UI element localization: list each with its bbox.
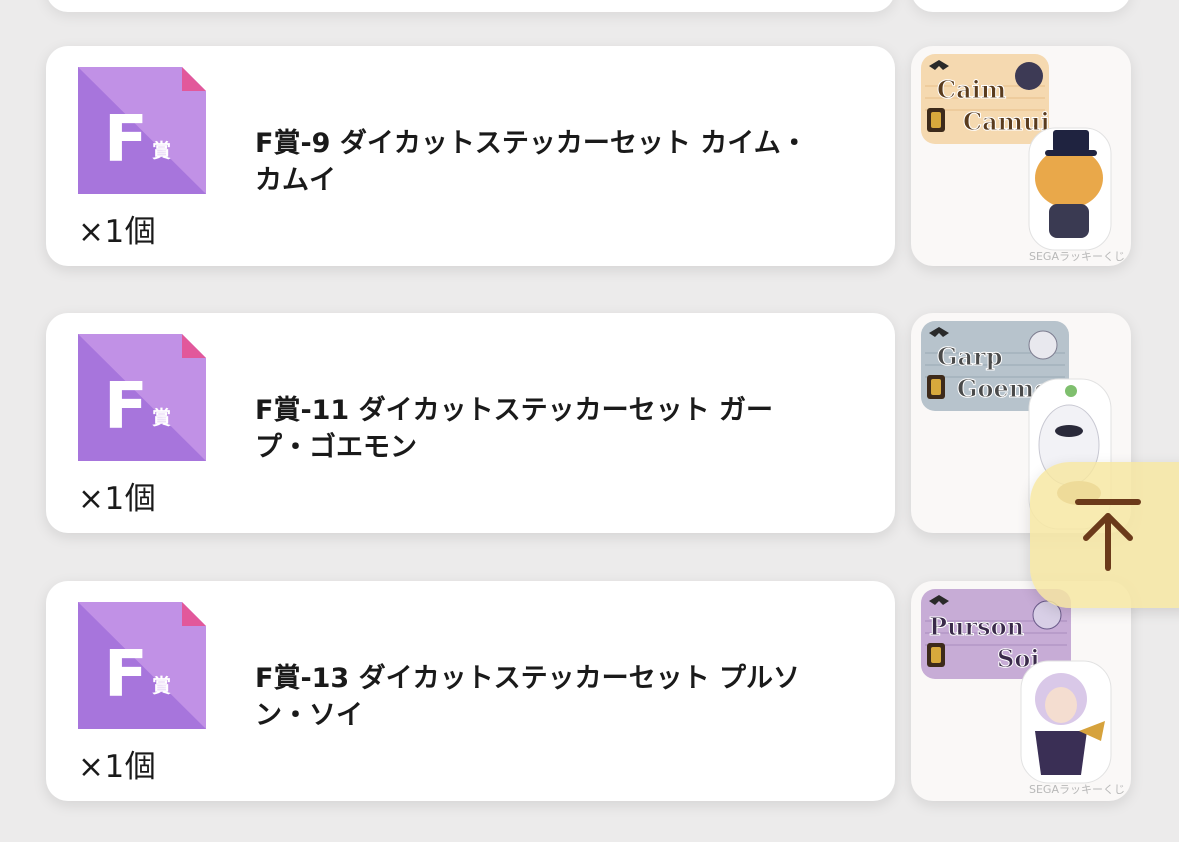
prize-info-card[interactable]: F 賞 ×1個 F賞-11 ダイカットステッカーセット ガープ・ゴエモン: [46, 313, 895, 533]
badge-letter: F: [104, 638, 148, 712]
prize-title: F賞-13 ダイカットステッカーセット プルソン・ソイ: [255, 663, 801, 731]
sticker-name-1: Garp: [937, 342, 1002, 371]
brand-watermark: SEGAラッキーくじ: [1029, 250, 1125, 263]
prize-title: F賞-11 ダイカットステッカーセット ガープ・ゴエモン: [255, 395, 774, 463]
badge-suffix: 賞: [152, 674, 171, 697]
previous-prize-card-edge: [46, 0, 895, 12]
prize-row[interactable]: F 賞 ×1個 F賞-11 ダイカットステッカーセット ガープ・ゴエモン Gar…: [46, 313, 1131, 533]
badge-suffix: 賞: [152, 139, 171, 162]
prize-row[interactable]: F 賞 ×1個 F賞-9 ダイカットステッカーセット カイム・カムイ Caim …: [46, 46, 1131, 266]
character-figure-icon: [1035, 148, 1103, 208]
prize-info-card[interactable]: F 賞 ×1個 F賞-9 ダイカットステッカーセット カイム・カムイ: [46, 46, 895, 266]
sticker-set-image: Purson Soi SEGAラッキーくじ: [921, 589, 1125, 796]
prize-rank-badge: F 賞: [78, 67, 206, 194]
prize-row[interactable]: F 賞 ×1個 F賞-13 ダイカットステッカーセット プルソン・ソイ Purs…: [46, 581, 1131, 801]
previous-prize-image-edge: [911, 0, 1131, 12]
prize-title: F賞-9 ダイカットステッカーセット カイム・カムイ: [255, 128, 808, 196]
character-chibi-icon: [1028, 330, 1058, 360]
character-chibi-icon: [1015, 62, 1043, 90]
badge-suffix: 賞: [152, 406, 171, 429]
prize-quantity: ×1個: [78, 749, 157, 785]
prize-rank-badge: F 賞: [78, 602, 206, 729]
sticker-name-2: Camui: [963, 107, 1050, 136]
prize-image[interactable]: Caim Camui SEGAラッキーくじ: [911, 46, 1131, 266]
prize-info-card[interactable]: F 賞 ×1個 F賞-13 ダイカットステッカーセット プルソン・ソイ: [46, 581, 895, 801]
prize-quantity: ×1個: [78, 481, 157, 517]
arrow-up-to-line-icon: [1075, 499, 1141, 571]
badge-letter: F: [104, 370, 148, 444]
prize-image[interactable]: Purson Soi SEGAラッキーくじ: [911, 581, 1131, 801]
prize-rank-badge-graphic: F 賞: [78, 67, 206, 194]
badge-letter: F: [104, 103, 148, 177]
sticker-name-1: Purson: [929, 612, 1024, 641]
brand-watermark: SEGAラッキーくじ: [1029, 783, 1125, 796]
sticker-set-image: Caim Camui SEGAラッキーくじ: [921, 54, 1125, 263]
prize-rank-badge-graphic: F 賞: [78, 334, 206, 461]
scroll-to-top-button[interactable]: [1030, 462, 1179, 608]
prize-quantity: ×1個: [78, 214, 157, 250]
prize-rank-badge-graphic: F 賞: [78, 602, 206, 729]
prize-list-page: F 賞 ×1個 F賞-9 ダイカットステッカーセット カイム・カムイ Caim …: [0, 0, 1179, 842]
prize-rank-badge: F 賞: [78, 334, 206, 461]
sticker-name-1: Caim: [937, 75, 1006, 104]
